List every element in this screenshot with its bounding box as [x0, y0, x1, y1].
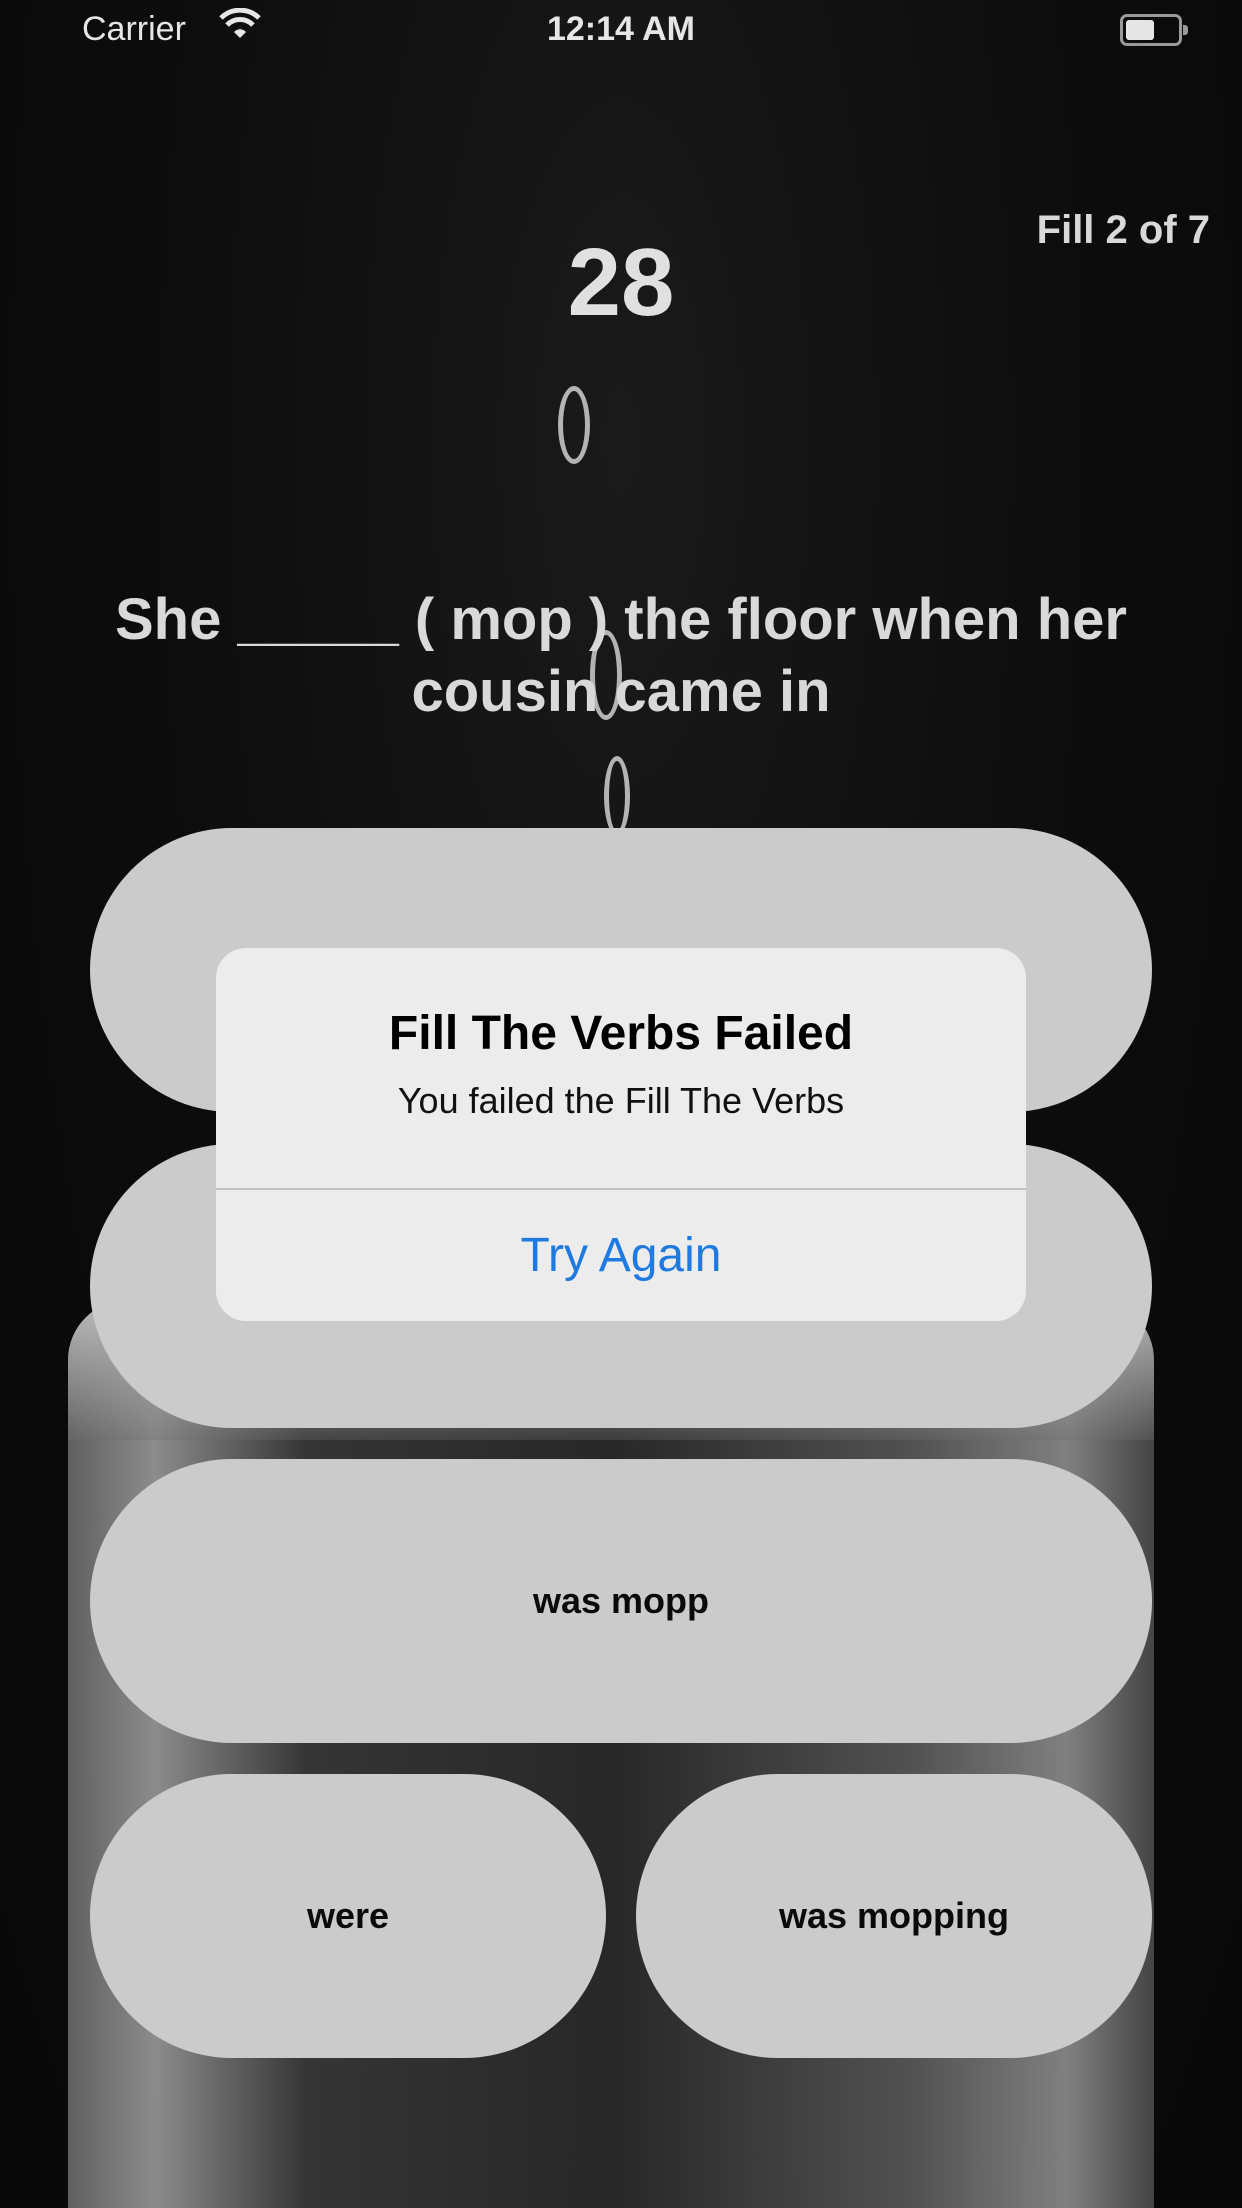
alert-dialog: Fill The Verbs Failed You failed the Fil…	[216, 948, 1026, 1321]
water-drop-image	[558, 386, 590, 464]
alert-message: You failed the Fill The Verbs	[397, 1080, 845, 1121]
status-bar: Carrier 12:14 AM	[0, 0, 1242, 60]
background-glass-image	[68, 1300, 1154, 2208]
answer-button-3[interactable]: was mopp	[90, 1459, 1152, 1743]
water-drop-image	[604, 756, 630, 836]
answer-label: were	[306, 1895, 390, 1936]
countdown-timer: 28	[567, 229, 675, 336]
status-time: 12:14 AM	[546, 10, 696, 48]
game-screen: Carrier 12:14 AM Fill 2 of 7 28 She ____…	[0, 0, 1242, 2208]
alert-title: Fill The Verbs Failed	[388, 1007, 854, 1060]
answer-label: was mopping	[778, 1895, 1009, 1936]
question-text: She _____ ( mop ) the floor when her cou…	[115, 587, 1127, 724]
battery-icon	[1120, 14, 1188, 46]
try-again-button[interactable]: Try Again	[216, 1190, 1026, 1321]
answer-button-4[interactable]: were	[90, 1774, 606, 2058]
answer-button-5[interactable]: was mopping	[636, 1774, 1152, 2058]
answer-label: was mopp	[532, 1580, 710, 1621]
